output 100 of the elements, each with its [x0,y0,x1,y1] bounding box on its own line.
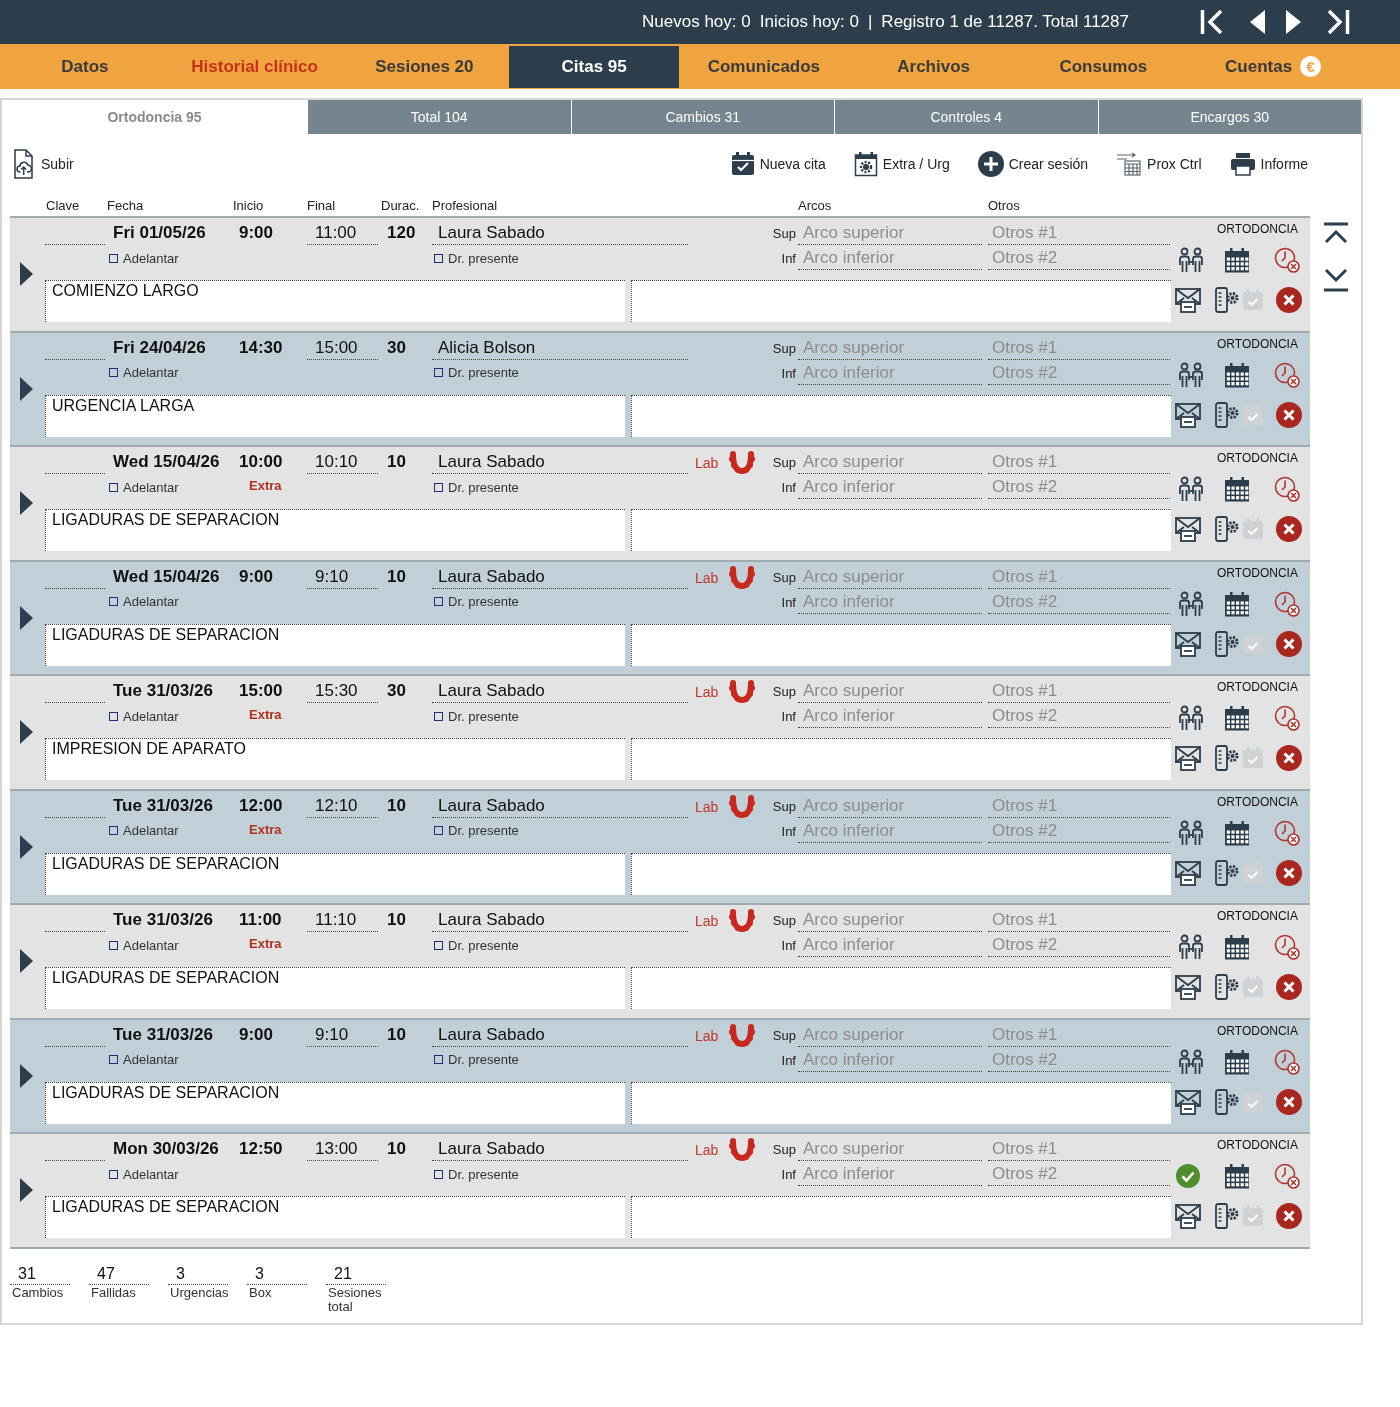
notes-field[interactable] [631,967,1171,1009]
envelope-tray-icon[interactable] [1175,516,1201,542]
arch-field[interactable]: Arco superior [798,908,982,932]
cancel-icon[interactable] [1276,287,1302,313]
people-icon[interactable] [1178,590,1204,617]
triangle-icon[interactable] [20,376,33,401]
checkbox[interactable] [109,253,118,263]
other-field[interactable]: Otros #1 [988,1022,1170,1047]
denture-icon[interactable] [728,680,757,704]
denture-icon[interactable] [728,794,757,819]
professional-field[interactable]: Laura Sabado [432,450,688,474]
phone-gear-icon[interactable] [1215,1203,1239,1229]
arch-field[interactable]: Arco inferior [798,476,982,499]
other-field[interactable]: Otros #1 [988,450,1170,474]
other-field[interactable]: Otros #2 [988,361,1170,385]
notes-field[interactable]: LIGADURAS DE SEPARACION [45,1196,625,1238]
calendar-icon[interactable] [1224,1048,1250,1075]
cancel-icon[interactable] [1276,1088,1302,1115]
arch-field[interactable]: Arco superior [798,679,982,703]
notes-field[interactable] [631,1081,1171,1124]
extra-urgent-button[interactable]: Extra / Urg [853,151,950,177]
cancel-icon[interactable] [1276,859,1302,886]
calendar-check-icon[interactable] [1242,289,1264,311]
notes-field[interactable]: LIGADURAS DE SEPARACION [45,509,625,551]
arch-field[interactable]: Arco superior [798,335,982,360]
arch-field[interactable]: Arco superior [798,564,982,589]
triangle-icon[interactable] [20,834,33,859]
arch-field[interactable]: Arco superior [798,450,982,474]
checkbox[interactable] [434,711,443,721]
sub-tab[interactable]: Controles 4 [834,100,1098,134]
notes-field[interactable] [631,509,1171,551]
checkbox[interactable] [109,940,118,950]
professional-field[interactable]: Laura Sabado [432,793,688,818]
arch-field[interactable]: Arco inferior [798,1048,982,1072]
next-icon[interactable] [1286,9,1302,35]
people-icon[interactable] [1178,476,1204,502]
phone-gear-icon[interactable] [1215,1088,1239,1115]
professional-field[interactable]: Laura Sabado [432,679,688,703]
arch-field[interactable]: Arco inferior [798,819,982,843]
cancel-icon[interactable] [1276,1203,1302,1229]
clock-cancel-icon[interactable] [1274,361,1300,388]
people-icon[interactable] [1178,1048,1204,1075]
scroll-top-icon[interactable] [1323,222,1349,246]
checkbox[interactable] [434,597,443,606]
clock-cancel-icon[interactable] [1274,934,1300,960]
main-tab[interactable]: Archivos [848,45,1019,88]
people-icon[interactable] [1178,705,1204,731]
other-field[interactable]: Otros #1 [988,335,1170,360]
notes-field[interactable] [631,738,1171,780]
other-field[interactable]: Otros #2 [988,934,1170,957]
triangle-icon[interactable] [20,605,33,630]
calendar-icon[interactable] [1224,476,1250,502]
other-field[interactable]: Otros #2 [988,705,1170,728]
phone-gear-icon[interactable] [1215,745,1239,771]
other-field[interactable]: Otros #2 [988,590,1170,614]
main-tab[interactable]: Comunicados [679,45,849,88]
checkbox[interactable] [434,1055,443,1064]
notes-field[interactable] [631,852,1171,895]
end-time-field[interactable]: 11:00 [307,221,378,245]
people-icon[interactable] [1178,247,1204,273]
sub-tab[interactable]: Total 104 [307,100,571,134]
other-field[interactable]: Otros #2 [988,1048,1170,1072]
first-page-icon[interactable] [1200,9,1224,35]
notes-field[interactable] [631,623,1171,666]
calendar-icon[interactable] [1224,1163,1250,1189]
main-tab[interactable]: Cuentas € [1188,45,1358,88]
new-appointment-button[interactable]: Nueva cita [730,152,826,176]
sub-tab[interactable]: Encargos 30 [1097,100,1361,134]
denture-icon[interactable] [728,909,757,933]
professional-field[interactable]: Alicia Bolson [432,335,688,360]
cancel-icon[interactable] [1276,630,1302,657]
cancel-icon[interactable] [1276,974,1302,1000]
calendar-icon[interactable] [1224,361,1250,388]
arch-field[interactable]: Arco inferior [798,1163,982,1186]
checkbox[interactable] [109,826,118,835]
create-session-button[interactable]: Crear sesión [977,151,1089,177]
calendar-check-icon[interactable] [1242,632,1264,655]
triangle-icon[interactable] [20,262,33,287]
envelope-tray-icon[interactable] [1175,401,1201,428]
main-tab[interactable]: Citas 95 [509,45,679,88]
arch-field[interactable]: Arco inferior [798,361,982,385]
envelope-tray-icon[interactable] [1175,1088,1201,1115]
checkbox[interactable] [109,1055,118,1064]
envelope-tray-icon[interactable] [1175,630,1201,657]
main-tab[interactable]: Datos [0,45,170,88]
phone-gear-icon[interactable] [1215,859,1239,886]
clock-cancel-icon[interactable] [1274,819,1300,846]
arch-field[interactable]: Arco superior [798,221,982,245]
end-time-field[interactable]: 15:00 [307,335,378,360]
notes-field[interactable]: IMPRESION DE APARATO [45,738,625,780]
sub-tab[interactable]: Cambios 31 [570,100,834,134]
cancel-icon[interactable] [1276,745,1302,771]
notes-field[interactable] [631,280,1171,322]
clock-cancel-icon[interactable] [1274,247,1300,273]
phone-gear-icon[interactable] [1215,630,1239,657]
checkbox[interactable] [434,1169,443,1179]
people-icon[interactable] [1178,819,1204,846]
calendar-check-icon[interactable] [1242,861,1264,884]
end-time-field[interactable]: 10:10 [307,450,378,474]
calendar-check-icon[interactable] [1242,1090,1264,1113]
